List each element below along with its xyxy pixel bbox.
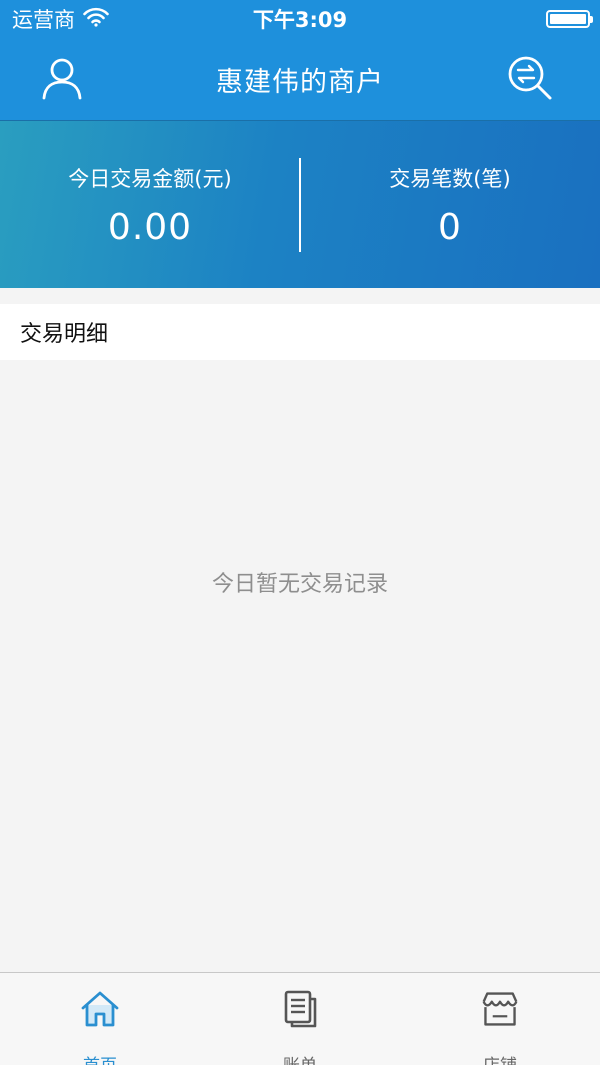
amount-stat: 今日交易金额(元) 0.00 — [0, 121, 300, 288]
battery-icon — [546, 10, 593, 28]
details-title: 交易明细 — [20, 322, 109, 347]
page-title: 惠建伟的商户 — [216, 66, 384, 98]
profile-button[interactable] — [32, 52, 92, 108]
count-stat: 交易笔数(笔) 0 — [300, 121, 600, 288]
home-icon — [80, 989, 120, 1029]
bill-icon — [280, 989, 320, 1029]
details-header: 交易明细 — [0, 304, 600, 360]
amount-label: 今日交易金额(元) — [68, 167, 232, 191]
tab-bill[interactable]: 账单 — [200, 973, 400, 1065]
tab-store-label: 店铺 — [483, 1051, 517, 1065]
empty-state-text: 今日暂无交易记录 — [211, 572, 388, 597]
tab-home[interactable]: 首页 — [0, 973, 200, 1065]
switch-search-button[interactable] — [500, 52, 560, 108]
wifi-icon — [83, 7, 109, 32]
summary-divider — [299, 158, 301, 252]
count-value: 0 — [438, 207, 462, 248]
amount-value: 0.00 — [107, 207, 193, 248]
status-left: 运营商 — [12, 4, 109, 34]
switch-search-icon — [506, 54, 554, 106]
tab-home-label: 首页 — [83, 1051, 117, 1065]
summary-panel: 今日交易金额(元) 0.00 交易笔数(笔) 0 — [0, 120, 600, 288]
carrier-label: 运营商 — [12, 8, 75, 32]
nav-bar: 惠建伟的商户 — [0, 38, 600, 120]
status-bar: 运营商 下午3:09 — [0, 0, 600, 38]
tab-bar: 首页 账单 店铺 — [0, 972, 600, 1065]
tab-bill-label: 账单 — [283, 1051, 317, 1065]
user-icon — [41, 56, 83, 104]
tab-store[interactable]: 店铺 — [400, 973, 600, 1065]
header-area: 运营商 下午3:09 惠建伟的商户 — [0, 0, 600, 120]
count-label: 交易笔数(笔) — [389, 167, 511, 191]
store-icon — [480, 989, 520, 1029]
